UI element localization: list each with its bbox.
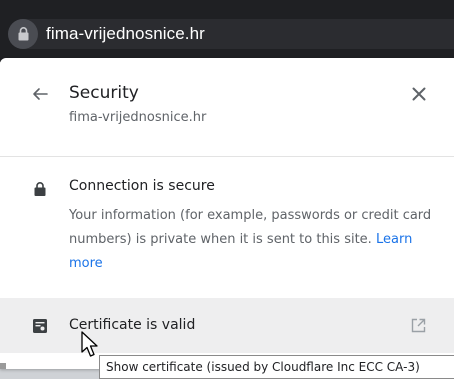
popup-title: Security: [69, 83, 139, 103]
site-info-button[interactable]: [8, 19, 38, 49]
browser-toolbar: fima-vrijednosnice.hr: [0, 0, 454, 62]
lock-icon: [18, 27, 28, 41]
divider: [0, 156, 454, 157]
security-popup: Security fima-vrijednosnice.hr Connectio…: [0, 58, 454, 369]
external-link-icon: [411, 318, 426, 333]
close-icon[interactable]: [412, 87, 426, 101]
certificate-row[interactable]: Certificate is valid: [0, 298, 454, 353]
window-edge: [0, 363, 6, 369]
certificate-icon: [33, 319, 47, 333]
certificate-tooltip: Show certificate (issued by Cloudflare I…: [99, 355, 454, 379]
lock-icon: [34, 182, 46, 196]
popup-site: fima-vrijednosnice.hr: [69, 110, 207, 125]
omnibox[interactable]: fima-vrijednosnice.hr: [8, 19, 454, 49]
connection-status-title: Connection is secure: [69, 178, 215, 194]
certificate-label: Certificate is valid: [69, 317, 196, 333]
back-arrow-icon[interactable]: [32, 86, 48, 102]
connection-description: Your information (for example, passwords…: [69, 204, 435, 276]
omnibox-url: fima-vrijednosnice.hr: [46, 24, 205, 43]
